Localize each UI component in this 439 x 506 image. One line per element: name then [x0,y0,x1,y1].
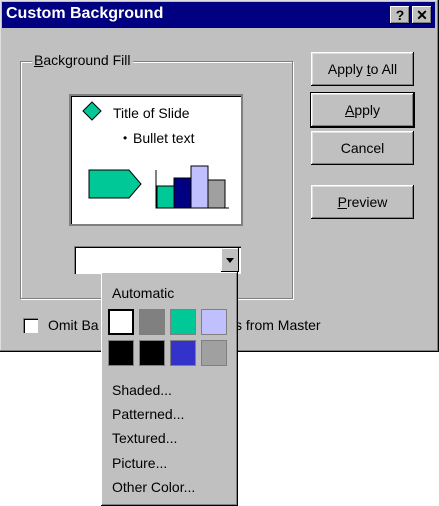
menu-item-picture[interactable]: Picture... [112,455,167,471]
omit-label-left: Omit Ba [48,317,99,333]
preview-title-text: Title of Slide [113,105,190,121]
omit-background-checkbox[interactable] [23,318,38,333]
omit-label-right: s from Master [235,317,321,333]
swatch-teal[interactable] [170,309,196,335]
swatch-black-2[interactable] [139,340,165,366]
menu-item-textured[interactable]: Textured... [112,430,177,446]
help-button[interactable]: ? [390,6,410,24]
menu-item-other-color[interactable]: Other Color... [112,479,195,495]
close-button[interactable]: ✕ [412,6,432,24]
combo-dropdown-button[interactable] [221,248,239,272]
swatch-black[interactable] [108,340,134,366]
color-dropdown-menu: Automatic Shaded... Patterned... Texture… [101,272,238,506]
background-fill-label: Background Fill [32,52,133,68]
swatch-silver[interactable] [201,340,227,366]
swatch-lavender[interactable] [201,309,227,335]
bullet-glyph: • [123,131,127,145]
swatch-white[interactable] [108,309,134,335]
swatch-gray[interactable] [139,309,165,335]
menu-item-patterned[interactable]: Patterned... [112,406,184,422]
background-fill-combo[interactable] [74,246,241,274]
background-fill-label-rest: ackground Fill [43,52,131,68]
arrow-shape-icon [88,169,142,199]
chart-bar-3 [190,165,209,209]
title-bar[interactable]: Custom Background ? ✕ [2,2,435,28]
apply-to-all-button[interactable]: Apply to All [311,52,414,86]
chevron-down-icon [226,258,234,263]
chart-bar-2 [173,177,192,209]
menu-item-shaded[interactable]: Shaded... [112,382,172,398]
swatch-blue[interactable] [170,340,196,366]
preview-bullet-text: Bullet text [133,130,195,146]
preview-drawing: Title of Slide • Bullet text [82,101,229,209]
slide-preview: Title of Slide • Bullet text [69,94,243,226]
menu-item-automatic[interactable]: Automatic [112,285,174,301]
diamond-icon [82,101,102,121]
apply-button[interactable]: Apply [310,92,415,128]
chart-bar-4 [207,179,226,209]
dialog-title: Custom Background [6,5,164,22]
cancel-button[interactable]: Cancel [311,131,414,165]
preview-button[interactable]: Preview [311,185,414,219]
chart-bar-1 [156,185,175,209]
